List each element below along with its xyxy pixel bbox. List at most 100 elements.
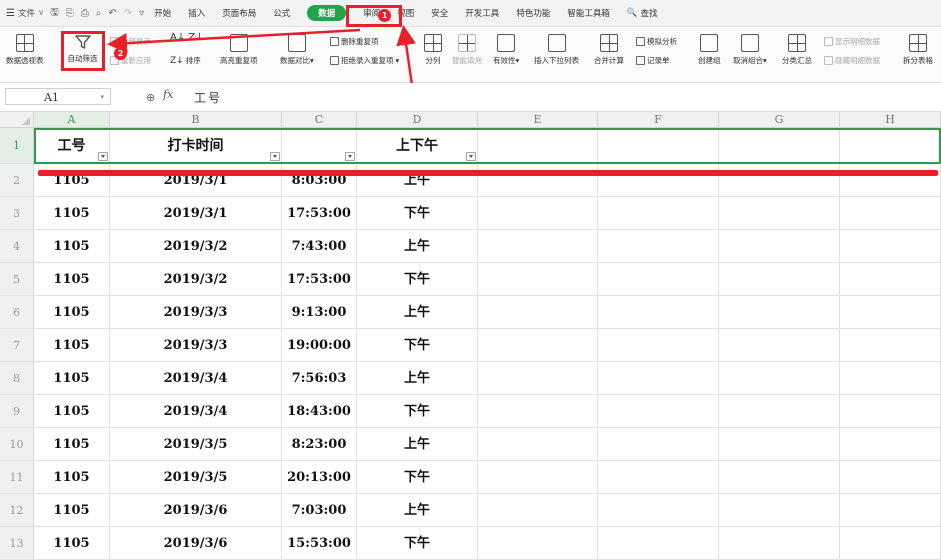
name-box-dropdown-icon[interactable]: ▾ <box>100 89 104 106</box>
cell-e7[interactable] <box>478 329 598 362</box>
cell-a13[interactable]: 1105 <box>34 527 110 560</box>
filter-dropdown-icon[interactable] <box>345 152 355 161</box>
column-header-f[interactable]: F <box>598 112 719 128</box>
cell-h7[interactable] <box>840 329 941 362</box>
row-header-1[interactable]: 1 <box>0 128 34 164</box>
cell-b13[interactable]: 2019/3/6 <box>110 527 282 560</box>
header-cell-h[interactable] <box>840 128 941 164</box>
cell-c10[interactable]: 8:23:00 <box>282 428 357 461</box>
cell-h3[interactable] <box>840 197 941 230</box>
cell-e8[interactable] <box>478 362 598 395</box>
cell-e4[interactable] <box>478 230 598 263</box>
cell-d6[interactable]: 上午 <box>357 296 478 329</box>
cell-g6[interactable] <box>719 296 840 329</box>
row-header-2[interactable]: 2 <box>0 164 34 197</box>
formula-input[interactable]: 工号 <box>194 89 222 106</box>
cell-a10[interactable]: 1105 <box>34 428 110 461</box>
cell-e12[interactable] <box>478 494 598 527</box>
column-header-d[interactable]: D <box>357 112 478 128</box>
cell-h5[interactable] <box>840 263 941 296</box>
cell-c7[interactable]: 19:00:00 <box>282 329 357 362</box>
row-header-12[interactable]: 12 <box>0 494 34 527</box>
cell-c6[interactable]: 9:13:00 <box>282 296 357 329</box>
cell-f8[interactable] <box>598 362 719 395</box>
cell-f13[interactable] <box>598 527 719 560</box>
cell-g10[interactable] <box>719 428 840 461</box>
cell-d9[interactable]: 下午 <box>357 395 478 428</box>
cell-h13[interactable] <box>840 527 941 560</box>
cell-h6[interactable] <box>840 296 941 329</box>
cell-e10[interactable] <box>478 428 598 461</box>
cell-g12[interactable] <box>719 494 840 527</box>
cell-c2[interactable]: 8:03:00 <box>282 164 357 197</box>
header-cell-c[interactable] <box>282 128 357 164</box>
cell-a7[interactable]: 1105 <box>34 329 110 362</box>
column-header-b[interactable]: B <box>110 112 282 128</box>
cell-f12[interactable] <box>598 494 719 527</box>
cell-a4[interactable]: 1105 <box>34 230 110 263</box>
row-header-5[interactable]: 5 <box>0 263 34 296</box>
column-header-e[interactable]: E <box>478 112 598 128</box>
cell-e6[interactable] <box>478 296 598 329</box>
cell-d12[interactable]: 上午 <box>357 494 478 527</box>
filter-dropdown-icon[interactable] <box>270 152 280 161</box>
row-header-13[interactable]: 13 <box>0 527 34 560</box>
cell-f5[interactable] <box>598 263 719 296</box>
cell-f11[interactable] <box>598 461 719 494</box>
cell-b11[interactable]: 2019/3/5 <box>110 461 282 494</box>
cell-f4[interactable] <box>598 230 719 263</box>
row-header-4[interactable]: 4 <box>0 230 34 263</box>
cell-e13[interactable] <box>478 527 598 560</box>
cell-c4[interactable]: 7:43:00 <box>282 230 357 263</box>
cell-a6[interactable]: 1105 <box>34 296 110 329</box>
cell-e5[interactable] <box>478 263 598 296</box>
name-box[interactable]: A1 ▾ <box>5 88 111 105</box>
cell-b3[interactable]: 2019/3/1 <box>110 197 282 230</box>
cell-g5[interactable] <box>719 263 840 296</box>
row-header-7[interactable]: 7 <box>0 329 34 362</box>
column-header-g[interactable]: G <box>719 112 840 128</box>
cell-d7[interactable]: 下午 <box>357 329 478 362</box>
row-header-6[interactable]: 6 <box>0 296 34 329</box>
cell-h10[interactable] <box>840 428 941 461</box>
cell-b2[interactable]: 2019/3/1 <box>110 164 282 197</box>
cell-g11[interactable] <box>719 461 840 494</box>
cell-b6[interactable]: 2019/3/3 <box>110 296 282 329</box>
cell-f3[interactable] <box>598 197 719 230</box>
cell-d2[interactable]: 上午 <box>357 164 478 197</box>
header-cell-a[interactable]: 工号 <box>34 128 110 164</box>
cell-f9[interactable] <box>598 395 719 428</box>
cell-b10[interactable]: 2019/3/5 <box>110 428 282 461</box>
cell-d8[interactable]: 上午 <box>357 362 478 395</box>
cell-a11[interactable]: 1105 <box>34 461 110 494</box>
cell-a2[interactable]: 1105 <box>34 164 110 197</box>
cell-g2[interactable] <box>719 164 840 197</box>
cell-g7[interactable] <box>719 329 840 362</box>
cell-h8[interactable] <box>840 362 941 395</box>
cell-h11[interactable] <box>840 461 941 494</box>
row-header-8[interactable]: 8 <box>0 362 34 395</box>
cell-g4[interactable] <box>719 230 840 263</box>
cell-c13[interactable]: 15:53:00 <box>282 527 357 560</box>
header-cell-d[interactable]: 上下午 <box>357 128 478 164</box>
column-header-a[interactable]: A <box>34 112 110 128</box>
select-all-corner[interactable] <box>0 112 34 128</box>
row-header-9[interactable]: 9 <box>0 395 34 428</box>
cell-d3[interactable]: 下午 <box>357 197 478 230</box>
cell-e2[interactable] <box>478 164 598 197</box>
cell-f10[interactable] <box>598 428 719 461</box>
cell-c5[interactable]: 17:53:00 <box>282 263 357 296</box>
cell-d11[interactable]: 下午 <box>357 461 478 494</box>
cell-h2[interactable] <box>840 164 941 197</box>
cell-b9[interactable]: 2019/3/4 <box>110 395 282 428</box>
column-header-c[interactable]: C <box>282 112 357 128</box>
cell-a8[interactable]: 1105 <box>34 362 110 395</box>
cell-b4[interactable]: 2019/3/2 <box>110 230 282 263</box>
cell-a9[interactable]: 1105 <box>34 395 110 428</box>
cell-c8[interactable]: 7:56:03 <box>282 362 357 395</box>
cell-g8[interactable] <box>719 362 840 395</box>
cell-d13[interactable]: 下午 <box>357 527 478 560</box>
header-cell-f[interactable] <box>598 128 719 164</box>
filter-dropdown-icon[interactable] <box>466 152 476 161</box>
cell-e11[interactable] <box>478 461 598 494</box>
